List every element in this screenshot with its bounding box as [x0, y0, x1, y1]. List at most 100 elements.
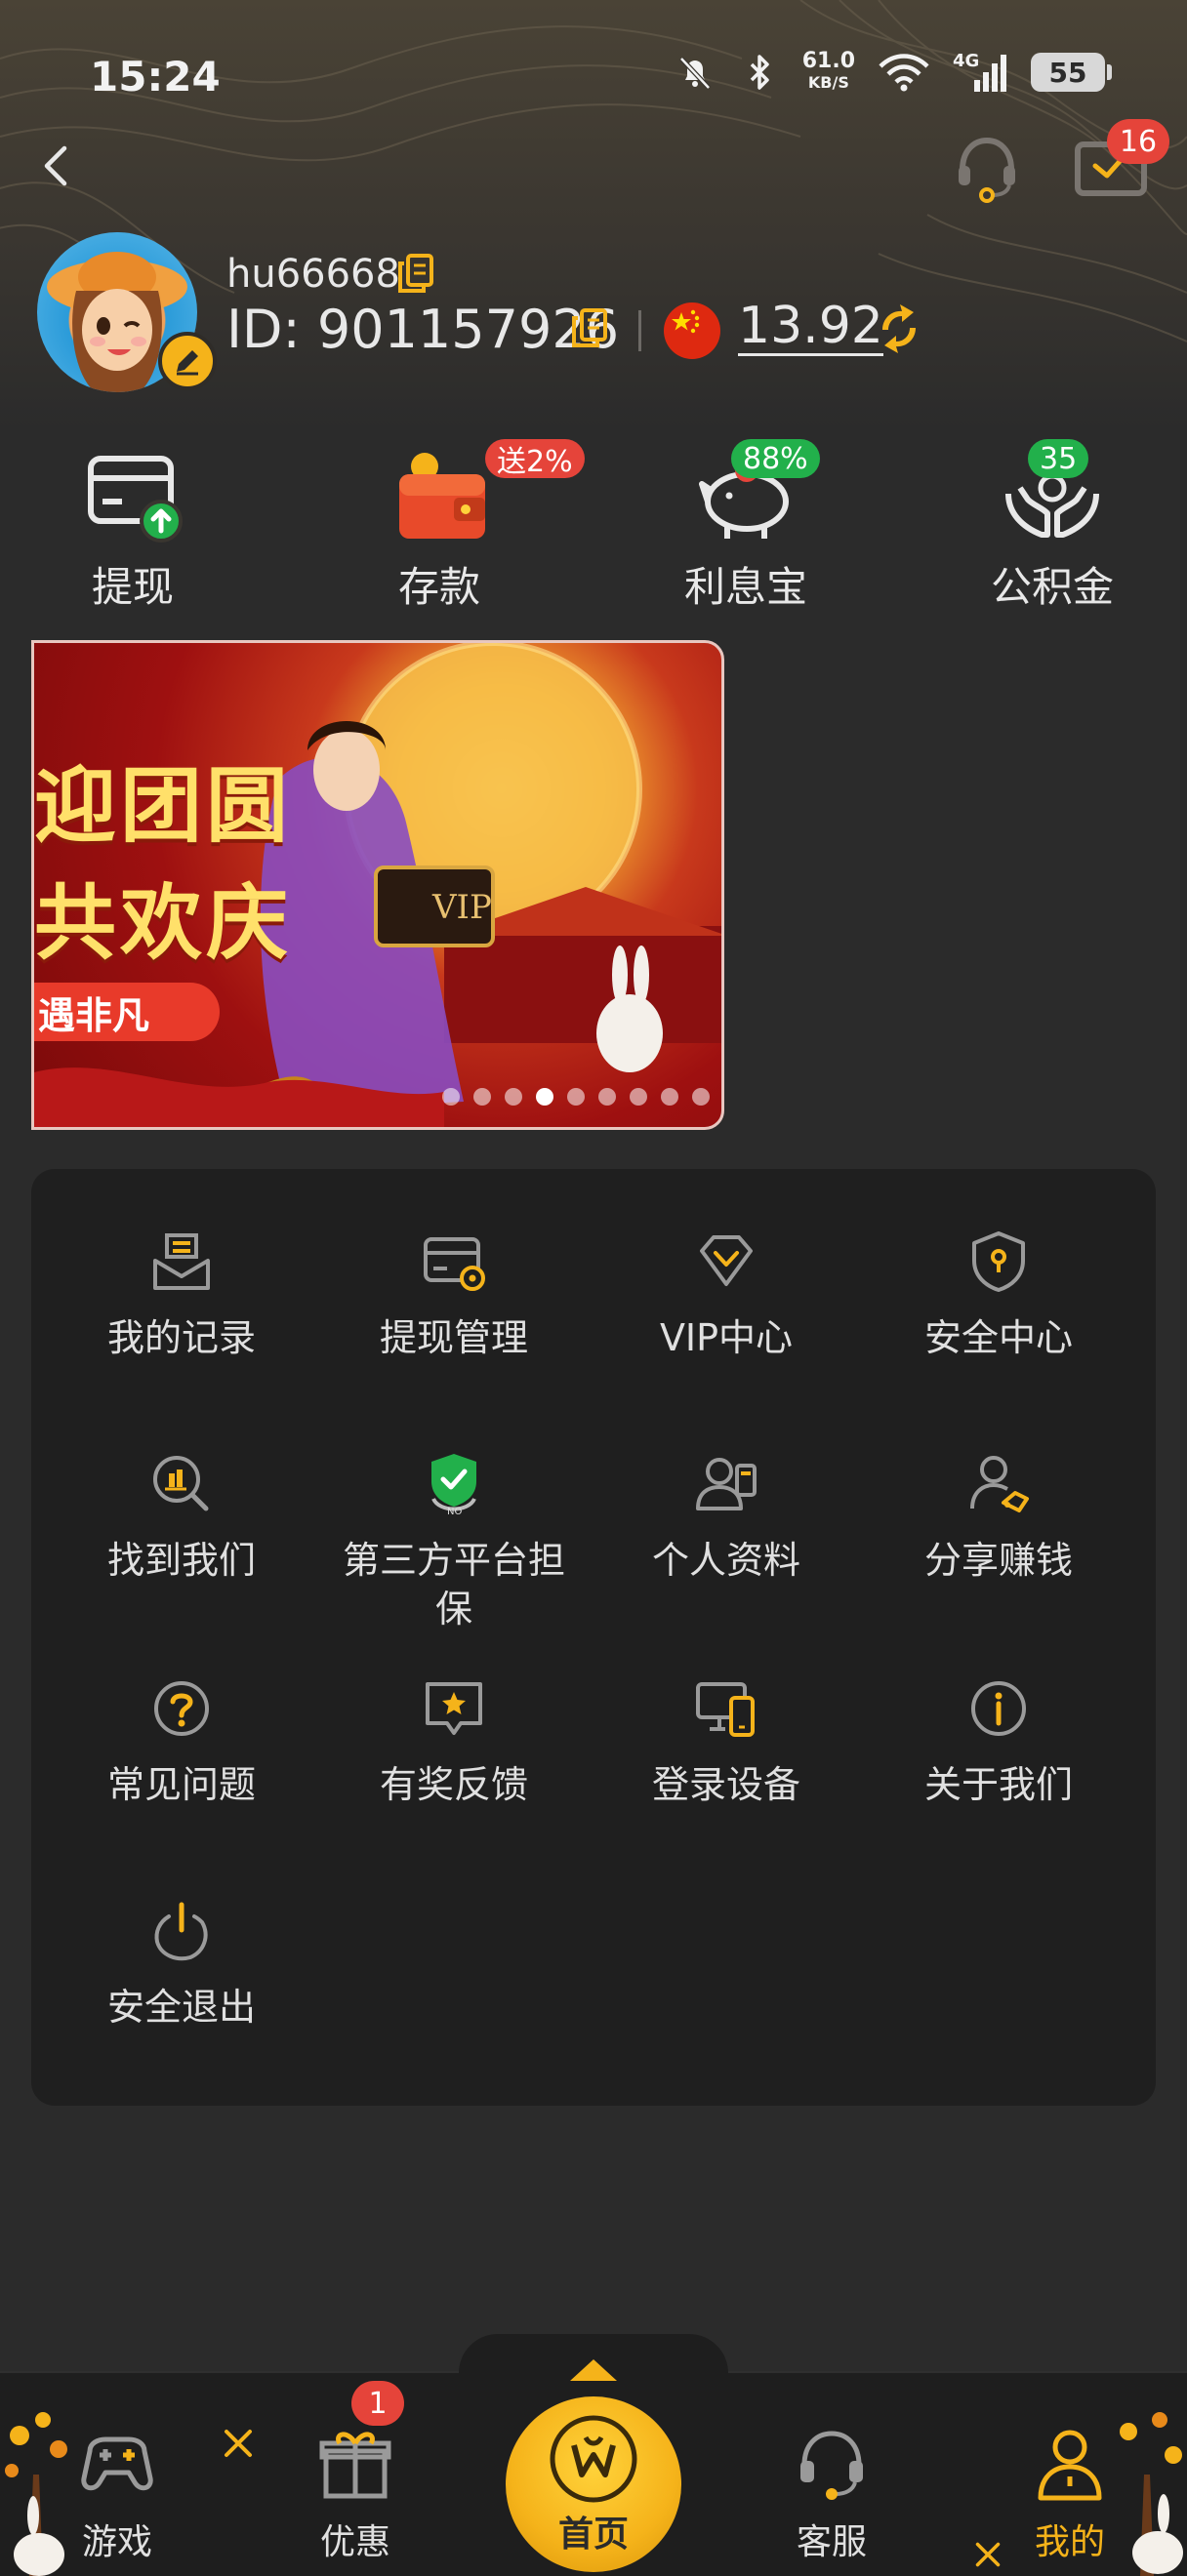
nav-mine[interactable]: 我的 — [992, 2422, 1148, 2564]
pencil-icon — [177, 350, 198, 376]
menu-faq[interactable]: 常见问题 — [45, 1674, 318, 1809]
menu-login-devices[interactable]: 登录设备 — [590, 1674, 863, 1809]
status-time: 15:24 — [90, 53, 221, 101]
china-flag-icon — [664, 302, 720, 359]
interest-badge: 88% — [731, 439, 820, 478]
menu-label: 第三方平台担保 — [342, 1539, 565, 1630]
gamepad-icon — [81, 2436, 153, 2491]
about-icon — [971, 1681, 1026, 1736]
offers-badge: 1 — [351, 2381, 404, 2426]
menu-label: 找到我们 — [106, 1539, 256, 1582]
menu-label: 我的记录 — [106, 1316, 256, 1359]
cell-signal: 4G — [953, 51, 1009, 94]
banner-dot[interactable] — [536, 1088, 553, 1106]
quick-fund[interactable]: 35 公积金 — [955, 439, 1150, 621]
menu-label: 登录设备 — [651, 1763, 800, 1806]
svg-text:NO: NO — [447, 1507, 462, 1517]
status-bar: 15:24 61.0 KB/S 4G 55 — [0, 39, 1187, 117]
withdraw-manage-icon — [424, 1237, 485, 1291]
home-logo-icon — [550, 2415, 637, 2503]
guarantee-icon: NO — [431, 1454, 476, 1517]
banner-dot[interactable] — [723, 1088, 724, 1106]
nav-offers-label: 优惠 — [319, 2522, 390, 2562]
find-us-icon — [153, 1456, 209, 1511]
user-id: ID: 901157926 — [226, 299, 620, 360]
back-arrow-icon[interactable] — [27, 137, 86, 195]
wifi-icon — [879, 54, 929, 92]
menu-logout[interactable]: 安全退出 — [45, 1897, 318, 2032]
profile-icon — [696, 1458, 757, 1510]
menu-my-records[interactable]: 我的记录 — [45, 1228, 318, 1362]
mail-badge: 16 — [1107, 119, 1169, 164]
quick-withdraw-label: 提现 — [91, 563, 174, 611]
bluetooth-icon — [750, 55, 769, 90]
withdraw-card-icon — [88, 456, 183, 543]
banner-dot[interactable] — [598, 1088, 616, 1106]
banner-dot[interactable] — [442, 1088, 460, 1106]
quick-withdraw[interactable]: 提现 — [35, 445, 230, 621]
banner-dot[interactable] — [473, 1088, 491, 1106]
banner-title-line1: 迎团圆 — [34, 757, 293, 854]
menu-label: 有奖反馈 — [379, 1763, 528, 1806]
wallet-icon — [399, 453, 485, 539]
quick-interest-label: 利息宝 — [683, 563, 807, 611]
banner-dot[interactable] — [567, 1088, 585, 1106]
nav-home[interactable]: 首页 — [506, 2396, 681, 2572]
banner-dot[interactable] — [505, 1088, 522, 1106]
menu-label: 关于我们 — [923, 1763, 1073, 1806]
nav-service[interactable]: 客服 — [754, 2422, 910, 2564]
menu-about-us[interactable]: 关于我们 — [862, 1674, 1135, 1809]
quick-deposit[interactable]: 送2% 存款 — [342, 439, 585, 621]
quick-deposit-label: 存款 — [397, 563, 480, 611]
fund-badge: 35 — [1028, 439, 1089, 478]
nav-games-label: 游戏 — [81, 2522, 152, 2562]
menu-label: 安全中心 — [923, 1316, 1073, 1359]
copy-username-icon[interactable] — [396, 252, 435, 295]
menu-share-earn[interactable]: 分享赚钱 — [862, 1450, 1135, 1585]
net-speed: 61.0 KB/S — [801, 49, 855, 93]
menu-label: 分享赚钱 — [923, 1539, 1073, 1582]
user-icon — [1038, 2430, 1102, 2501]
customer-service-icon — [800, 2431, 863, 2500]
sparkle-decoration — [225, 2430, 252, 2457]
menu-label: 常见问题 — [106, 1763, 256, 1806]
banner-dot[interactable] — [630, 1088, 647, 1106]
refresh-icon[interactable] — [871, 301, 927, 357]
promo-banner[interactable]: VIP 迎团圆 共欢庆 遇非凡 — [31, 640, 724, 1130]
battery-indicator: 55 — [1031, 53, 1112, 92]
menu-security-center[interactable]: 安全中心 — [862, 1228, 1135, 1362]
banner-dot[interactable] — [692, 1088, 710, 1106]
records-icon — [153, 1233, 210, 1290]
quick-interest[interactable]: 88% 利息宝 — [648, 439, 843, 621]
menu-label: 提现管理 — [379, 1316, 528, 1359]
menu-profile[interactable]: 个人资料 — [590, 1450, 863, 1585]
devices-icon — [696, 1682, 755, 1737]
nav-offers[interactable]: 优惠 — [277, 2422, 433, 2564]
banner-pagination[interactable] — [442, 1088, 724, 1106]
nav-service-label: 客服 — [796, 2522, 867, 2562]
expand-up-icon[interactable] — [564, 2355, 623, 2385]
nav-games[interactable]: 游戏 — [39, 2422, 195, 2564]
vip-icon — [700, 1235, 753, 1286]
menu-find-us[interactable]: 找到我们 — [45, 1450, 318, 1585]
banner-tag: 遇非凡 — [34, 983, 220, 1041]
faq-icon — [154, 1681, 209, 1736]
menu-feedback[interactable]: 有奖反馈 — [317, 1674, 591, 1809]
menu-label: 安全退出 — [106, 1986, 256, 2029]
nav-home-label: 首页 — [557, 2515, 629, 2555]
quick-fund-label: 公积金 — [990, 563, 1114, 611]
menu-vip-center[interactable]: VIP中心 — [590, 1228, 863, 1362]
svg-text:VIP: VIP — [431, 888, 492, 927]
banner-title-line2: 共欢庆 — [34, 874, 293, 971]
balance-amount: 13.92 — [738, 297, 883, 356]
headset-icon[interactable] — [951, 131, 1023, 203]
feedback-icon — [426, 1682, 482, 1735]
signal-icon — [974, 55, 1006, 92]
power-icon — [154, 1902, 208, 1961]
menu-withdraw-manage[interactable]: 提现管理 — [317, 1228, 591, 1362]
mute-bell-icon — [678, 57, 711, 90]
menu-guarantee[interactable]: NO 第三方平台担保 — [317, 1450, 591, 1633]
edit-profile-button[interactable] — [158, 332, 217, 390]
banner-dot[interactable] — [661, 1088, 678, 1106]
copy-id-icon[interactable] — [570, 306, 609, 349]
